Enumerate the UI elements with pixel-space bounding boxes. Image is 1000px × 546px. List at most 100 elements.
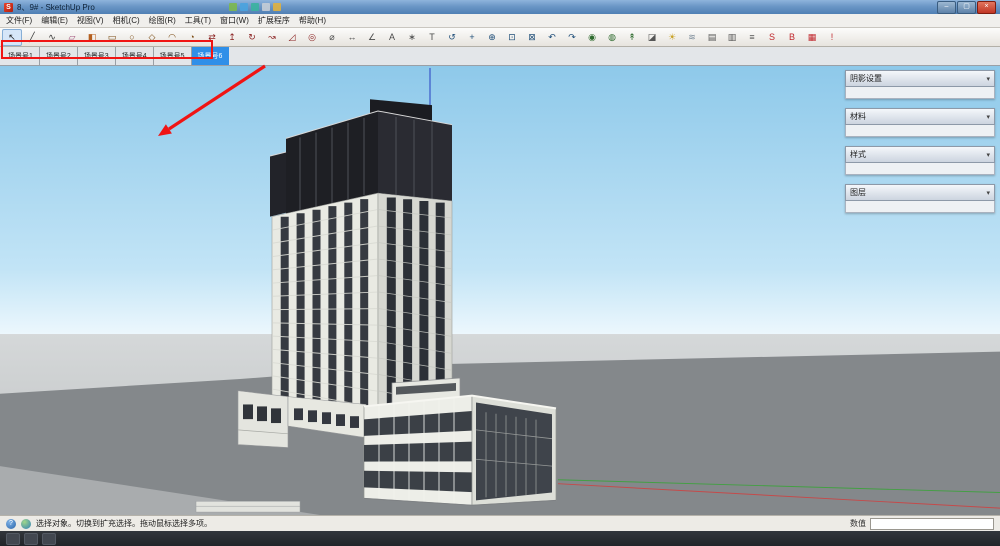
chevron-down-icon[interactable]: ▾ [986, 151, 990, 159]
menu-bar: 文件(F) 编辑(E) 视图(V) 相机(C) 绘图(R) 工具(T) 窗口(W) 扩展程序帮… [0, 14, 1000, 28]
walk-tool-icon[interactable]: ↟ [622, 29, 642, 46]
orbit-tool-icon[interactable]: ↺ [442, 29, 462, 46]
tray-panel-title: 图层 [850, 187, 866, 198]
rotate-tool-icon[interactable]: ↻ [242, 29, 262, 46]
tray-panel: 材料 ▾ [845, 108, 995, 137]
position-camera-tool-icon[interactable]: ◉ [582, 29, 602, 46]
menu-item[interactable]: 相机(C) [113, 15, 140, 26]
menu-item[interactable]: 视图(V) [77, 15, 104, 26]
tray-panel-body [845, 125, 995, 137]
rectangle-tool-icon[interactable]: ▭ [102, 29, 122, 46]
scene-tab[interactable]: 场景号5 [154, 47, 192, 65]
status-bar: ? 选择对象。切换到扩充选择。拖动鼠标选择多项。 数值 [0, 515, 1000, 531]
help-icon: ? [6, 519, 16, 529]
menu-item[interactable]: 编辑(E) [41, 15, 68, 26]
fog-icon[interactable]: ≋ [682, 29, 702, 46]
pan-tool-icon[interactable]: + [462, 29, 482, 46]
chevron-down-icon[interactable]: ▾ [986, 113, 990, 121]
menu-item[interactable]: 扩展程序 [258, 15, 290, 26]
text-tool-icon[interactable]: A [382, 29, 402, 46]
circle-tool-icon[interactable]: ○ [122, 29, 142, 46]
tray-panel-header[interactable]: 图层 ▾ [845, 184, 995, 201]
scene-tab[interactable]: 场景号6 [192, 47, 230, 65]
background-icon [240, 3, 248, 11]
scene-tab[interactable]: 场景号1 [2, 47, 40, 65]
tray-panel-body [845, 201, 995, 213]
arc-tool-icon[interactable]: ◠ [162, 29, 182, 46]
background-window-icons [229, 3, 281, 11]
menu-item[interactable]: 窗口(W) [220, 15, 249, 26]
plugin-alert-icon[interactable]: ! [822, 29, 842, 46]
suapp-plugin-icon[interactable]: S [762, 29, 782, 46]
polygon-tool-icon[interactable]: ◇ [142, 29, 162, 46]
menu-item[interactable]: 帮助(H) [299, 15, 326, 26]
window-title: 8、9# - SketchUp Pro [17, 2, 95, 13]
scene-tab[interactable]: 场景号2 [40, 47, 78, 65]
background-icon [273, 3, 281, 11]
section-plane-tool-icon[interactable]: ◪ [642, 29, 662, 46]
axes-tool-icon[interactable]: ∗ [402, 29, 422, 46]
menu-item[interactable]: 工具(T) [185, 15, 211, 26]
scene-tab[interactable]: 场景号4 [116, 47, 154, 65]
offset-tool-icon[interactable]: ◎ [302, 29, 322, 46]
scene-tab[interactable]: 场景号3 [78, 47, 116, 65]
background-icon [251, 3, 259, 11]
measurements-input[interactable] [870, 518, 994, 530]
close-button[interactable]: × [977, 1, 996, 14]
sketchup-logo-icon: S [4, 3, 13, 12]
plugin-grid-icon[interactable]: ▦ [802, 29, 822, 46]
next-view-icon[interactable]: ↷ [562, 29, 582, 46]
background-icon [229, 3, 237, 11]
scene-tabs-bar: 场景号1场景号2场景号3场景号4场景号5场景号6 [0, 47, 1000, 66]
look-around-tool-icon[interactable]: ◍ [602, 29, 622, 46]
styles-icon[interactable]: ▥ [722, 29, 742, 46]
push-pull-tool-icon[interactable]: ↥ [222, 29, 242, 46]
freehand-tool-icon[interactable]: ∿ [42, 29, 62, 46]
status-message: 选择对象。切换到扩充选择。拖动鼠标选择多项。 [36, 518, 212, 529]
taskbar-icon[interactable] [24, 533, 38, 545]
paint-bucket-tool-icon[interactable]: ◧ [82, 29, 102, 46]
3d-text-tool-icon[interactable]: T [422, 29, 442, 46]
tray-panel: 阴影设置 ▾ [845, 70, 995, 99]
eraser-tool-icon[interactable]: ▱ [62, 29, 82, 46]
line-tool-icon[interactable]: ╱ [22, 29, 42, 46]
3d-viewport[interactable]: 阴影设置 ▾ 材料 ▾ 样式 ▾ [0, 66, 1000, 515]
materials-icon[interactable]: ▤ [702, 29, 722, 46]
tray-panel-header[interactable]: 阴影设置 ▾ [845, 70, 995, 87]
chevron-down-icon[interactable]: ▾ [986, 75, 990, 83]
select-tool-icon[interactable]: ↖ [2, 29, 22, 46]
maximize-button[interactable]: ▢ [957, 1, 976, 14]
sketchup-window: S 8、9# - SketchUp Pro – ▢ × 文件(F) 编辑(E) 视图… [0, 0, 1000, 546]
menu-item[interactable]: 文件(F) [6, 15, 32, 26]
taskbar-icon[interactable] [42, 533, 56, 545]
menu-item[interactable]: 绘图(R) [149, 15, 176, 26]
tape-measure-tool-icon[interactable]: ⌀ [322, 29, 342, 46]
previous-view-icon[interactable]: ↶ [542, 29, 562, 46]
taskbar-icon[interactable] [6, 533, 20, 545]
shadows-icon[interactable]: ☀ [662, 29, 682, 46]
protractor-tool-icon[interactable]: ∠ [362, 29, 382, 46]
tray-panel-header[interactable]: 材料 ▾ [845, 108, 995, 125]
zoom-extents-tool-icon[interactable]: ⊠ [522, 29, 542, 46]
chevron-down-icon[interactable]: ▾ [986, 189, 990, 197]
default-tray: 阴影设置 ▾ 材料 ▾ 样式 ▾ [845, 70, 995, 213]
geolocation-icon [21, 519, 31, 529]
titlebar: S 8、9# - SketchUp Pro – ▢ × [0, 0, 1000, 14]
zoom-window-tool-icon[interactable]: ⊡ [502, 29, 522, 46]
measurements-label: 数值 [850, 518, 866, 529]
plugin-b-icon[interactable]: B [782, 29, 802, 46]
tray-panel-title: 材料 [850, 111, 866, 122]
move-tool-icon[interactable]: ⇄ [202, 29, 222, 46]
toolbar: ↖╱∿▱◧▭○◇◠◔⇄↥↻↝◿◎⌀↔∠A∗T↺+⊕⊡⊠↶↷◉◍↟◪☀≋▤▥≡SB… [0, 28, 1000, 47]
tray-panel-body [845, 87, 995, 99]
zoom-tool-icon[interactable]: ⊕ [482, 29, 502, 46]
follow-me-tool-icon[interactable]: ↝ [262, 29, 282, 46]
dimension-tool-icon[interactable]: ↔ [342, 29, 362, 46]
minimize-button[interactable]: – [937, 1, 956, 14]
tray-panel-header[interactable]: 样式 ▾ [845, 146, 995, 163]
tray-panel-title: 样式 [850, 149, 866, 160]
tray-panel-title: 阴影设置 [850, 73, 882, 84]
scale-tool-icon[interactable]: ◿ [282, 29, 302, 46]
pie-tool-icon[interactable]: ◔ [182, 29, 202, 46]
layers-icon[interactable]: ≡ [742, 29, 762, 46]
